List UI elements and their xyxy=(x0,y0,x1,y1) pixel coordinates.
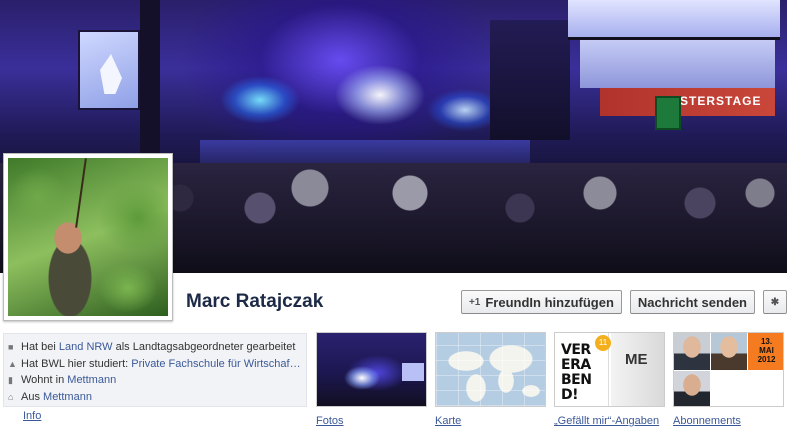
subscriptions-thumbnail[interactable]: 13. MAI 2012 xyxy=(673,332,784,407)
home-icon: ▮ xyxy=(8,374,13,385)
zipline-rope xyxy=(75,158,87,228)
stage-screen-left xyxy=(78,30,140,110)
info-education: ▲ Hat BWL hier studiert: Private Fachsch… xyxy=(8,356,306,373)
info-link[interactable]: Info xyxy=(23,410,41,422)
info-education-link[interactable]: Private Fachschule für Wirtschaf… xyxy=(131,358,300,370)
info-lives-pre: Wohnt in xyxy=(21,374,65,387)
info-education-pre: Hat BWL hier studiert: xyxy=(21,357,129,370)
add-friend-icon: +1 xyxy=(468,296,481,308)
subscription-avatar xyxy=(674,371,710,406)
map-thumbnail[interactable] xyxy=(435,332,546,407)
profile-photo xyxy=(8,158,168,316)
likes-side-image: ME xyxy=(611,333,664,406)
stage-speaker xyxy=(490,20,570,140)
info-work-pre: Hat bei xyxy=(21,341,56,354)
exit-sign xyxy=(655,96,681,130)
info-lives: ▮ Wohnt in Mettmann xyxy=(8,372,306,389)
profile-picture[interactable] xyxy=(3,153,173,321)
send-message-label: Nachricht senden xyxy=(637,294,747,310)
add-friend-label: FreundIn hinzufügen xyxy=(485,294,614,310)
likes-badge: 11 xyxy=(595,335,611,351)
stage-screen-right xyxy=(568,0,780,40)
info-work: ■ Hat bei Land NRW als Landtagsabgeordne… xyxy=(8,339,306,356)
subscription-avatar xyxy=(711,333,747,370)
likes-link[interactable]: „Gefällt mir“-Angaben xyxy=(554,415,659,427)
subscriptions-link[interactable]: Abonnements xyxy=(673,415,741,427)
profile-name: Marc Ratajczak xyxy=(186,291,324,312)
info-from-pre: Aus xyxy=(21,390,40,403)
subscription-poster: 13. MAI 2012 xyxy=(748,333,783,370)
briefcase-icon: ■ xyxy=(8,342,14,353)
stage-banner: STERSTAGE xyxy=(600,88,775,116)
map-link[interactable]: Karte xyxy=(435,415,461,427)
map-grid xyxy=(436,333,545,406)
graduation-cap-icon: ▲ xyxy=(8,358,17,369)
house-icon: ⌂ xyxy=(8,391,14,402)
photos-link[interactable]: Fotos xyxy=(316,415,344,427)
subscription-avatar xyxy=(674,333,710,370)
likes-thumbnail[interactable]: VER ERA BEN D! 11 ME xyxy=(554,332,665,407)
stage-screen-right-lower xyxy=(580,40,775,88)
info-work-post: als Landtagsabgeordneter gearbeitet xyxy=(115,341,296,354)
gear-icon: ✱ xyxy=(770,296,780,308)
add-friend-button[interactable]: +1 FreundIn hinzufügen xyxy=(460,290,622,314)
info-from: ⌂ Aus Mettmann xyxy=(8,389,306,406)
send-message-button[interactable]: Nachricht senden xyxy=(629,290,755,314)
info-work-link[interactable]: Land NRW xyxy=(59,341,113,353)
profile-actions: +1 FreundIn hinzufügen Nachricht senden … xyxy=(460,290,787,314)
photos-thumbnail[interactable] xyxy=(316,332,427,407)
info-lives-link[interactable]: Mettmann xyxy=(67,374,116,386)
info-box[interactable]: ■ Hat bei Land NRW als Landtagsabgeordne… xyxy=(3,333,307,407)
info-from-link[interactable]: Mettmann xyxy=(43,391,92,403)
settings-button[interactable]: ✱ xyxy=(763,290,787,314)
